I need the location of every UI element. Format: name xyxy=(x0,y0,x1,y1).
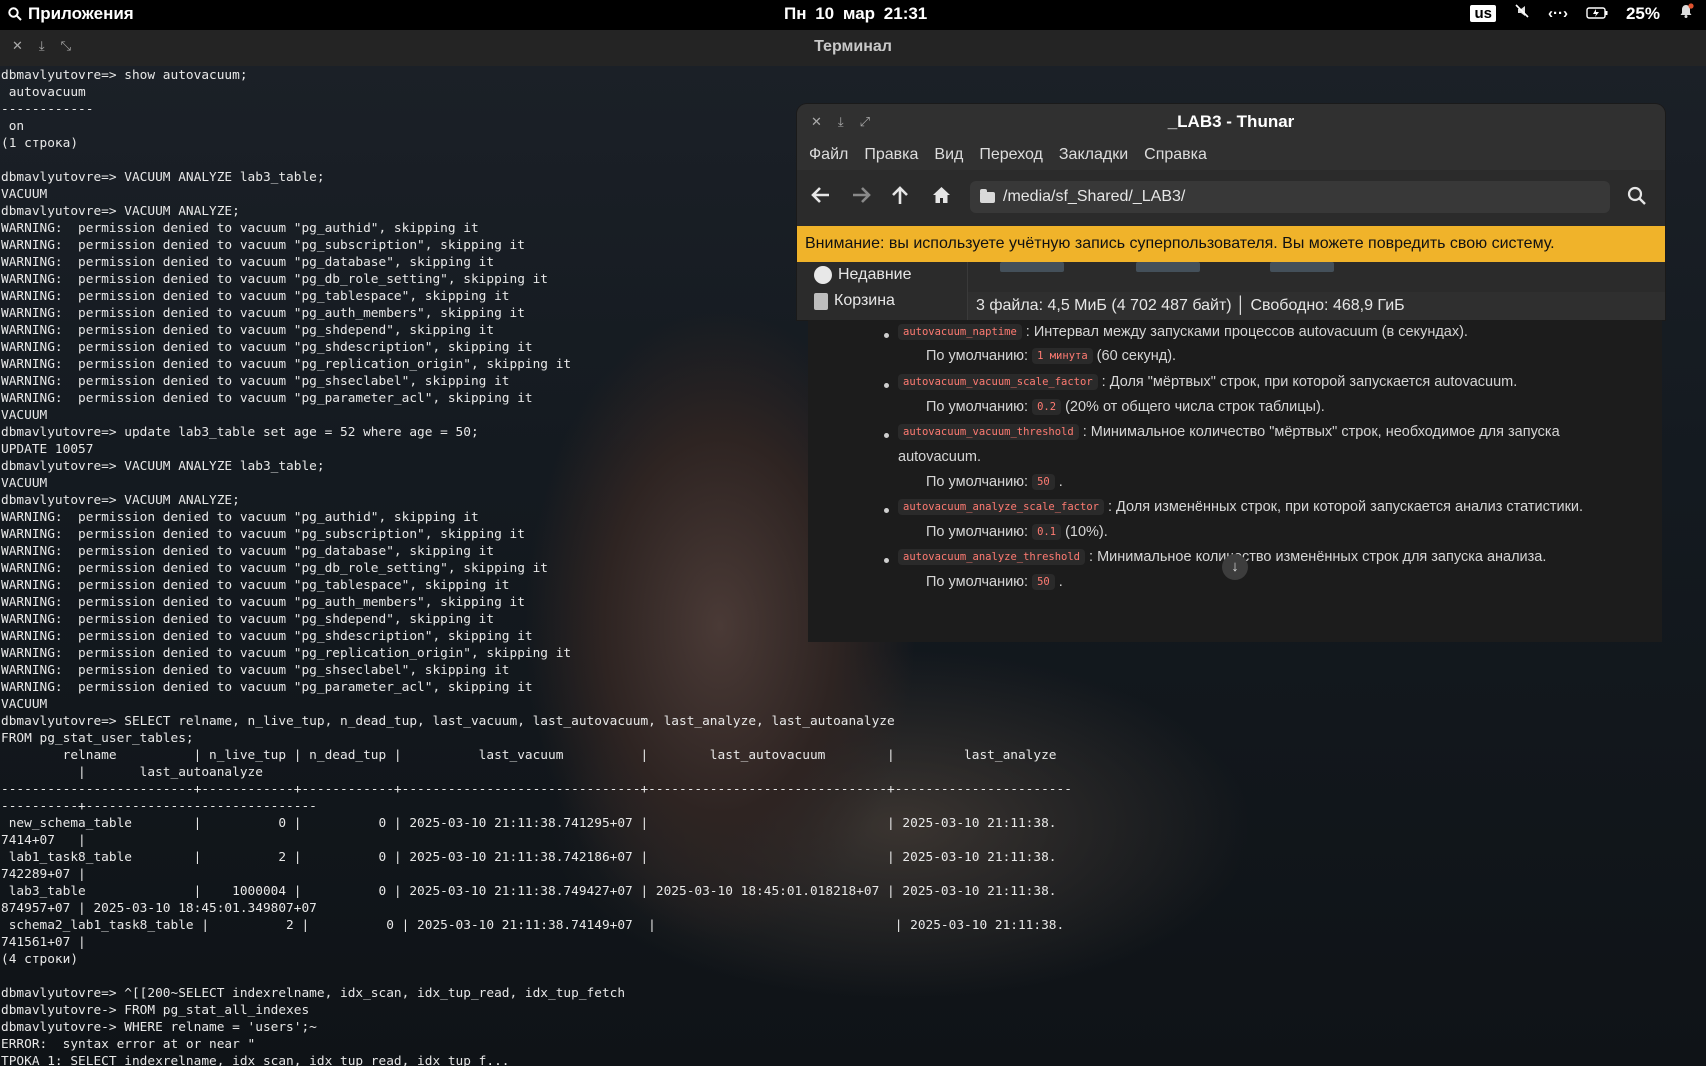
terminal-titlebar[interactable]: ✕ ⤓ ⤡ Терминал xyxy=(0,30,1706,66)
list-item-continuation: autovacuum. xyxy=(898,449,981,465)
default-code: 50 xyxy=(1032,574,1055,590)
param-code: autovacuum_analyze_threshold xyxy=(898,549,1086,565)
sidebar-item-recent[interactable]: Недавние xyxy=(814,266,912,284)
default-label: По умолчанию: xyxy=(926,474,1029,490)
thunar-sidebar: Недавние Корзина xyxy=(797,262,968,320)
folder-icon xyxy=(980,188,995,203)
default-label: По умолчанию: xyxy=(926,348,1029,364)
default-code: 0.2 xyxy=(1032,399,1062,415)
terminal-title: Терминал xyxy=(814,38,892,55)
menu-view[interactable]: Вид xyxy=(934,144,963,166)
default-note: . xyxy=(1058,474,1063,490)
battery-percent: 25% xyxy=(1625,3,1660,23)
superuser-warning-banner: Внимание: вы используете учётную запись … xyxy=(797,226,1665,262)
param-description: : Доля изменённых строк, при которой зап… xyxy=(1107,499,1584,515)
applications-menu[interactable]: Приложения xyxy=(8,4,134,24)
forward-arrow-icon[interactable] xyxy=(851,186,871,210)
documentation-panel[interactable]: autovacuum_naptime : Интервал между запу… xyxy=(808,320,1662,642)
top-bar: Приложения Пн 10 мар 21:31 us ‹··› 25% xyxy=(0,0,1706,30)
list-item: По умолчанию: 0.2 (20% от общего числа с… xyxy=(926,399,1325,415)
system-tray[interactable]: us ‹··› 25% xyxy=(1470,3,1694,24)
battery-icon[interactable] xyxy=(1586,4,1608,24)
time-label: 21:31 xyxy=(883,4,928,23)
default-note: (20% от общего числа строк таблицы). xyxy=(1065,399,1325,415)
up-arrow-icon[interactable] xyxy=(891,186,909,212)
param-code: autovacuum_analyze_scale_factor xyxy=(898,499,1104,515)
param-code: autovacuum_vacuum_scale_factor xyxy=(898,374,1098,390)
scroll-to-bottom-button[interactable]: ↓ xyxy=(1222,554,1248,580)
file-thumbnail[interactable] xyxy=(1000,262,1064,272)
list-item: autovacuum_vacuum_threshold : Минимально… xyxy=(898,424,1560,440)
default-code: 1 минута xyxy=(1032,348,1093,364)
search-icon xyxy=(8,7,22,21)
param-description: : Минимальное количество изменённых стро… xyxy=(1089,549,1547,565)
mute-icon[interactable] xyxy=(1514,3,1530,24)
default-note: . xyxy=(1058,574,1063,590)
thunar-titlebar[interactable]: ✕ ⤓ ⤢ _LAB3 - Thunar xyxy=(797,104,1665,140)
list-item: autovacuum_naptime : Интервал между запу… xyxy=(898,324,1468,340)
default-note: (10%). xyxy=(1065,524,1108,540)
file-thumbnail[interactable] xyxy=(1270,262,1334,272)
clock[interactable]: Пн 10 мар 21:31 xyxy=(784,4,927,24)
default-code: 0.1 xyxy=(1032,524,1062,540)
clock-icon xyxy=(814,266,832,284)
back-arrow-icon[interactable] xyxy=(811,186,831,210)
param-description: : Минимальное количество "мёртвых" строк… xyxy=(1082,424,1560,440)
notifications-icon[interactable] xyxy=(1678,3,1694,24)
location-bar[interactable]: /media/sf_Shared/_LAB3/ xyxy=(970,181,1610,213)
default-label: По умолчанию: xyxy=(926,399,1029,415)
param-code: autovacuum_naptime xyxy=(898,324,1022,340)
sidebar-item-label: Недавние xyxy=(838,266,912,283)
home-icon[interactable] xyxy=(932,186,951,210)
network-icon[interactable]: ‹··› xyxy=(1548,5,1568,22)
menu-file[interactable]: Файл xyxy=(809,144,848,166)
bullet xyxy=(884,333,889,338)
default-label: По умолчанию: xyxy=(926,574,1029,590)
bullet xyxy=(884,433,889,438)
param-code: autovacuum_vacuum_threshold xyxy=(898,424,1079,440)
param-description: autovacuum. xyxy=(898,449,982,465)
file-thumbnail[interactable] xyxy=(1136,262,1200,272)
trash-icon xyxy=(814,292,828,310)
bullet xyxy=(884,558,889,563)
list-item: По умолчанию: 1 минута (60 секунд). xyxy=(926,348,1176,364)
menu-bookmarks[interactable]: Закладки xyxy=(1059,144,1128,166)
list-item: autovacuum_analyze_scale_factor : Доля и… xyxy=(898,499,1583,515)
location-path: /media/sf_Shared/_LAB3/ xyxy=(1003,188,1186,205)
menu-edit[interactable]: Правка xyxy=(864,144,918,166)
bullet xyxy=(884,383,889,388)
default-label: По умолчанию: xyxy=(926,524,1029,540)
sidebar-item-trash[interactable]: Корзина xyxy=(814,292,895,310)
list-item: autovacuum_vacuum_scale_factor : Доля "м… xyxy=(898,374,1517,390)
sidebar-item-label: Корзина xyxy=(834,292,895,309)
keyboard-layout-indicator[interactable]: us xyxy=(1470,5,1496,22)
list-item: По умолчанию: 50 . xyxy=(926,574,1063,590)
search-icon[interactable] xyxy=(1627,186,1647,212)
thunar-menubar: Файл Правка Вид Переход Закладки Справка xyxy=(797,140,1665,170)
default-note: (60 секунд). xyxy=(1096,348,1177,364)
thunar-window: ✕ ⤓ ⤢ _LAB3 - Thunar Файл Правка Вид Пер… xyxy=(797,104,1665,320)
param-description: : Доля "мёртвых" строк, при которой запу… xyxy=(1101,374,1518,390)
thunar-title: _LAB3 - Thunar xyxy=(1167,112,1295,131)
date-label: Пн 10 мар xyxy=(784,4,876,23)
default-code: 50 xyxy=(1032,474,1055,490)
applications-label: Приложения xyxy=(28,4,134,23)
arrow-down-icon: ↓ xyxy=(1231,558,1239,575)
menu-help[interactable]: Справка xyxy=(1144,144,1207,166)
param-description: : Интервал между запусками процессов aut… xyxy=(1025,324,1468,340)
list-item: По умолчанию: 50 . xyxy=(926,474,1063,490)
thunar-toolbar: /media/sf_Shared/_LAB3/ xyxy=(797,170,1665,226)
menu-go[interactable]: Переход xyxy=(979,144,1043,166)
bullet xyxy=(884,508,889,513)
status-bar: 3 файла: 4,5 МиБ (4 702 487 байт) │ Своб… xyxy=(968,292,1665,320)
list-item: По умолчанию: 0.1 (10%). xyxy=(926,524,1108,540)
